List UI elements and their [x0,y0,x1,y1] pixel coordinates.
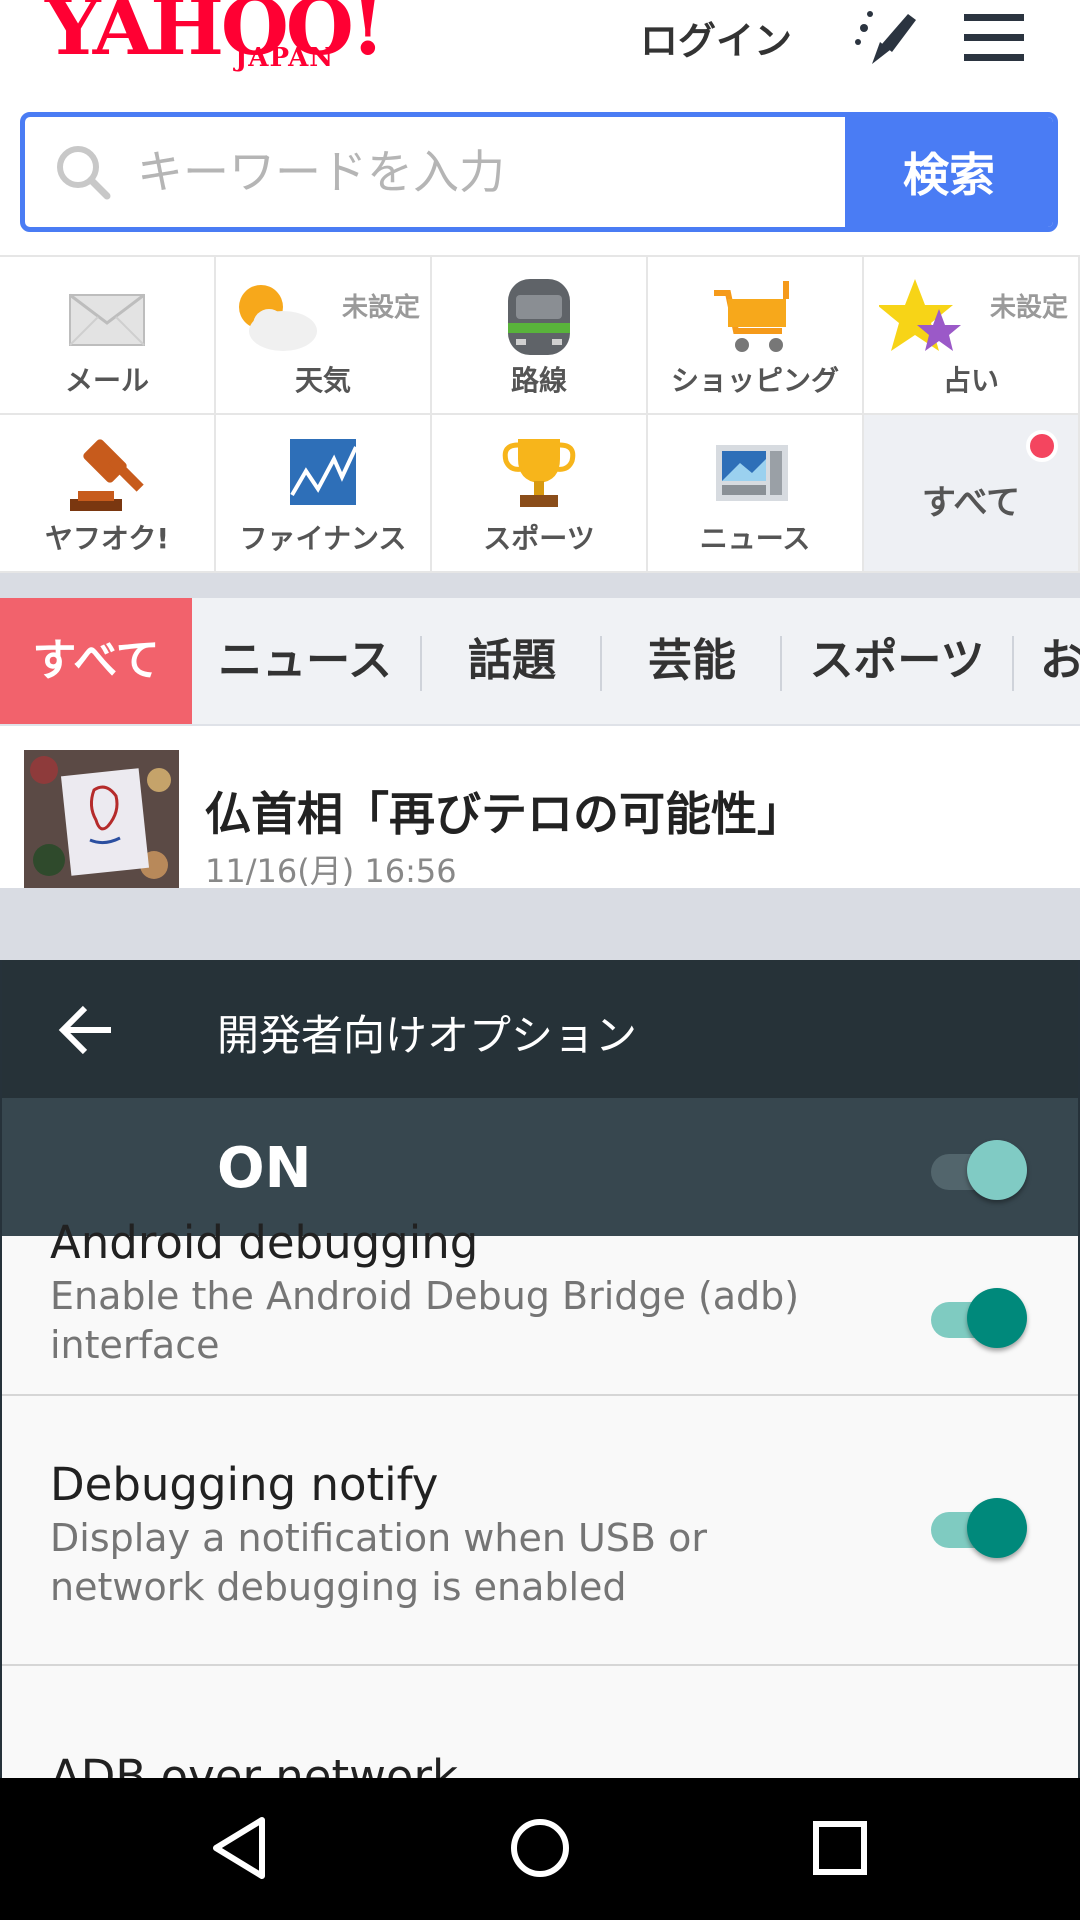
pref-debugging-notify[interactable]: Debugging notify Display a notification … [2,1396,1078,1666]
section-divider [0,888,1080,960]
pref-title: ADB over network [50,1750,459,1778]
yahoo-header: YAHOO! JAPAN ログイン [0,0,1080,105]
news-item[interactable]: 仏首相「再びテロの可能性」 11/16(月) 16:56 [0,728,1080,890]
yahoo-logo[interactable]: YAHOO! JAPAN [45,0,385,78]
category-tabs: すべて ニュース 話題 芸能 スポーツ お [0,598,1080,726]
news-thumbnail [24,750,179,888]
settings-toolbar: 開発者向けオプション [2,960,1078,1098]
switch-thumb [967,1140,1027,1200]
service-weather[interactable]: 未設定 天気 [216,257,432,415]
tab-all[interactable]: すべて [0,598,192,724]
service-label: ヤフオク! [44,522,170,555]
service-fortune[interactable]: 未設定 占い [864,257,1080,415]
weather-unset-badge: 未設定 [341,293,420,323]
pref-summary: Enable the Android Debug Bridge (adb) in… [50,1274,800,1367]
hamburger-menu-icon[interactable] [962,12,1026,64]
switch-thumb [967,1498,1027,1558]
service-transit[interactable]: 路線 [432,257,648,415]
tab-separator [780,636,782,691]
service-label: ショッピング [670,364,839,397]
notification-dot [1026,430,1058,462]
tab-separator [600,636,602,691]
pref-title: Android debugging [50,1216,479,1269]
login-link[interactable]: ログイン [640,10,792,65]
star-icon [877,275,969,359]
news-title[interactable]: 仏首相「再びテロの可能性」 [205,778,803,844]
page-title: 開発者向けオプション [217,1011,638,1060]
service-label: ニュース [699,522,811,555]
service-finance[interactable]: ファイナンス [216,415,432,573]
service-all[interactable]: すべて [864,415,1080,573]
mail-icon [62,275,152,359]
search-box: 検索 [20,112,1058,232]
trophy-icon [494,433,584,517]
android-debugging-toggle[interactable] [927,1284,1027,1348]
tab-topics[interactable]: 話題 [424,598,600,724]
switch-thumb [967,1288,1027,1348]
service-label: メール [64,364,149,397]
yahoo-page: YAHOO! JAPAN ログイン キーワードを入力 検索 メール 未設定 天気… [0,0,1080,960]
finance-chart-icon [278,433,368,517]
newspaper-icon [710,433,800,517]
developer-options-panel: 開発者向けオプション ON Android debugging Enable t… [0,960,1080,1778]
pref-title: Debugging notify [50,1458,439,1511]
service-grid: メール 未設定 天気 路線 ショッピング 未設定 占い ヤフオク! ファイナンス… [0,255,1080,573]
nav-home-icon[interactable] [500,1808,580,1888]
tab-entertainment[interactable]: 芸能 [604,598,780,724]
search-button[interactable]: 検索 [845,117,1053,227]
service-shopping[interactable]: ショッピング [648,257,864,415]
train-icon [494,275,584,359]
search-input[interactable] [135,117,855,227]
service-news[interactable]: ニュース [648,415,864,573]
tab-news[interactable]: ニュース [200,598,410,724]
pref-summary: Display a notification when USB or netwo… [50,1516,707,1609]
service-label: 天気 [294,364,351,397]
back-arrow-icon[interactable] [57,1000,117,1060]
tab-separator [1012,636,1014,691]
service-label: 路線 [510,364,567,397]
master-toggle-switch[interactable] [927,1136,1027,1200]
service-auction[interactable]: ヤフオク! [0,415,216,573]
sun-cloud-icon [231,275,321,359]
service-mail[interactable]: メール [0,257,216,415]
service-label: スポーツ [483,522,595,555]
tab-separator [420,636,422,691]
fortune-unset-badge: 未設定 [989,293,1068,323]
service-label: ファイナンス [239,522,407,555]
gavel-icon [62,433,152,517]
pref-adb-over-network[interactable]: ADB over network [2,1666,1078,1778]
service-label: 占い [942,364,999,397]
shopping-cart-icon [710,275,800,359]
section-divider [0,573,1080,598]
news-timestamp: 11/16(月) 16:56 [205,852,457,890]
nav-recents-icon[interactable] [800,1808,880,1888]
customize-theme-icon[interactable] [850,6,925,76]
debugging-notify-toggle[interactable] [927,1494,1027,1558]
master-switch-label: ON [217,1136,312,1201]
pref-android-debugging[interactable]: Android debugging Enable the Android Deb… [2,1216,1078,1396]
service-label: すべて [921,483,1021,523]
tab-sports[interactable]: スポーツ [784,598,1010,724]
nav-back-icon[interactable] [200,1808,280,1888]
system-navigation-bar [0,1778,1080,1920]
search-icon [53,142,113,202]
tab-more[interactable]: お [1040,598,1080,724]
service-sports[interactable]: スポーツ [432,415,648,573]
